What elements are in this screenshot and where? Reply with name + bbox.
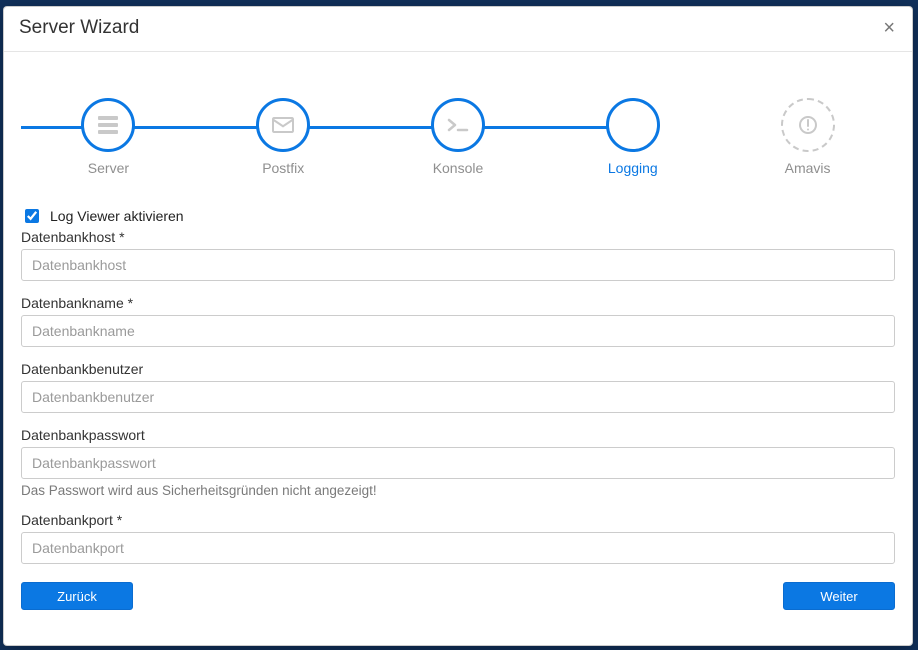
step-logging-circle — [606, 98, 660, 152]
dbuser-group: Datenbankbenutzer — [21, 361, 895, 413]
dbpass-group: Datenbankpasswort Das Passwort wird aus … — [21, 427, 895, 498]
step-konsole[interactable]: Konsole — [371, 98, 546, 176]
step-postfix-circle — [256, 98, 310, 152]
dbhost-label: Datenbankhost * — [21, 229, 895, 245]
modal-header: Server Wizard × — [4, 7, 912, 52]
logviewer-label: Log Viewer aktivieren — [50, 208, 184, 224]
dbport-label: Datenbankport * — [21, 512, 895, 528]
step-postfix[interactable]: Postfix — [196, 98, 371, 176]
dbname-input[interactable] — [21, 315, 895, 347]
dbport-group: Datenbankport * — [21, 512, 895, 564]
modal-title: Server Wizard — [19, 17, 139, 39]
step-amavis-circle — [781, 98, 835, 152]
step-konsole-label: Konsole — [433, 160, 484, 176]
close-icon[interactable]: × — [881, 18, 897, 38]
terminal-icon — [447, 118, 469, 132]
alert-icon — [798, 115, 818, 135]
dbuser-input[interactable] — [21, 381, 895, 413]
server-wizard-modal: Server Wizard × Server — [3, 6, 913, 646]
dbpass-input[interactable] — [21, 447, 895, 479]
dbport-input[interactable] — [21, 532, 895, 564]
dbuser-label: Datenbankbenutzer — [21, 361, 895, 377]
back-button[interactable]: Zurück — [21, 582, 133, 610]
logviewer-checkbox-row: Log Viewer aktivieren — [21, 206, 895, 226]
step-konsole-circle — [431, 98, 485, 152]
step-server-label: Server — [88, 160, 129, 176]
step-postfix-label: Postfix — [262, 160, 304, 176]
wizard-stepper: Server Postfix — [21, 52, 895, 206]
step-amavis-label: Amavis — [785, 160, 831, 176]
step-server[interactable]: Server — [21, 98, 196, 176]
wizard-footer-buttons: Zurück Weiter — [21, 582, 895, 610]
dbpass-hint: Das Passwort wird aus Sicherheitsgründen… — [21, 483, 895, 498]
step-server-circle — [81, 98, 135, 152]
step-amavis[interactable]: Amavis — [720, 98, 895, 176]
logging-form: Log Viewer aktivieren Datenbankhost * Da… — [21, 206, 895, 610]
logviewer-checkbox[interactable] — [25, 209, 39, 223]
dbhost-input[interactable] — [21, 249, 895, 281]
dbname-label: Datenbankname * — [21, 295, 895, 311]
dbname-group: Datenbankname * — [21, 295, 895, 347]
modal-body: Server Postfix — [4, 52, 912, 645]
dbhost-group: Datenbankhost * — [21, 229, 895, 281]
mail-icon — [272, 117, 294, 133]
step-logging-label: Logging — [608, 160, 658, 176]
dbpass-label: Datenbankpasswort — [21, 427, 895, 443]
server-icon — [98, 116, 118, 134]
step-logging[interactable]: Logging — [545, 98, 720, 176]
next-button[interactable]: Weiter — [783, 582, 895, 610]
